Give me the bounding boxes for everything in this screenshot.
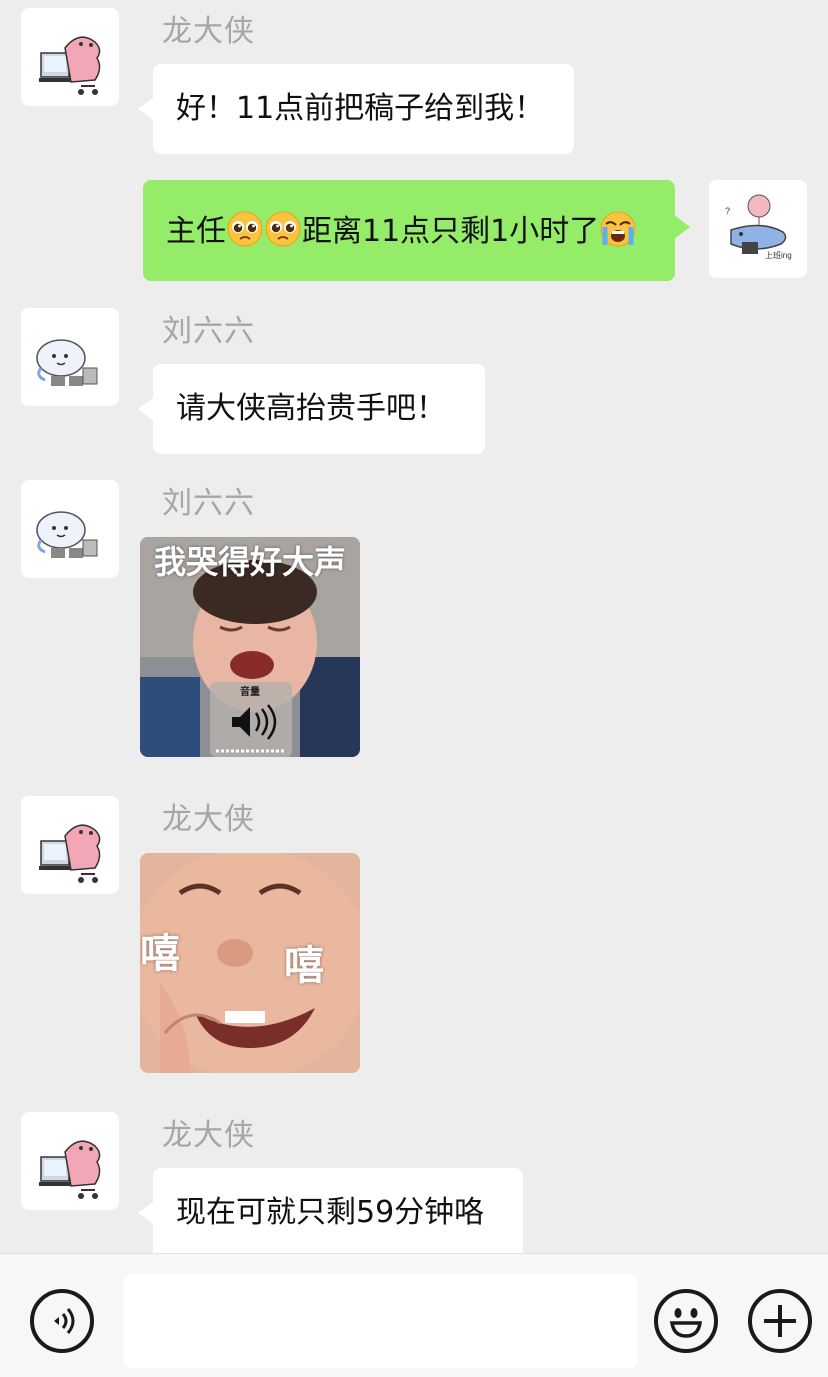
avatar-image [21, 308, 119, 406]
avatar-long-daxia[interactable] [21, 8, 119, 106]
message-text: 请大侠高抬贵手吧！ [176, 391, 446, 426]
smiley-glyph [669, 1308, 703, 1338]
avatar-image [21, 8, 119, 106]
sticker-caption: 我哭得好大声 [154, 543, 347, 581]
sticker-caption: 嘻 [284, 943, 324, 989]
avatar-image [21, 480, 119, 578]
message-bubble[interactable]: 现在可就只剩59分钟咯 [138, 1168, 523, 1253]
avatar-image [709, 180, 807, 278]
sticker-caption: 嘻 [140, 931, 180, 977]
sticker-crying-baby[interactable]: 我哭得好大声 音量 [140, 537, 360, 757]
sender-name: 刘六六 [162, 314, 255, 349]
message-bubble[interactable]: 请大侠高抬贵手吧！ [138, 364, 485, 454]
sender-name: 刘六六 [162, 486, 255, 521]
avatar-me[interactable] [709, 180, 807, 278]
pleading-face-icon [265, 211, 301, 247]
message-bubble-outgoing[interactable]: 主任 距离11点只剩1小时了 [143, 180, 690, 281]
voice-wave-icon[interactable] [30, 1289, 94, 1353]
plus-glyph [764, 1305, 796, 1337]
message-input[interactable] [124, 1274, 638, 1368]
sender-name: 龙大侠 [162, 1118, 255, 1153]
avatar-liu-liuliu[interactable] [21, 308, 119, 406]
avatar-liu-liuliu[interactable] [21, 480, 119, 578]
sender-name: 龙大侠 [162, 802, 255, 837]
pleading-face-icon [227, 211, 263, 247]
loudly-crying-face-icon [600, 211, 636, 247]
avatar-image [21, 796, 119, 894]
sender-name: 龙大侠 [162, 14, 255, 49]
sticker-volume-label: 音量 [240, 687, 260, 698]
message-text: 好！11点前把稿子给到我！ [176, 91, 545, 126]
avatar-long-daxia[interactable] [21, 796, 119, 894]
message-bubble[interactable]: 好！11点前把稿子给到我！ [138, 64, 574, 154]
smiley-icon[interactable] [654, 1289, 718, 1353]
message-text: 现在可就只剩59分钟咯 [176, 1195, 485, 1230]
plus-icon[interactable] [748, 1289, 812, 1353]
voice-wave-glyph [54, 1308, 75, 1334]
message-text-part: 距离11点只剩1小时了 [302, 214, 600, 249]
avatar-long-daxia[interactable] [21, 1112, 119, 1210]
message-text-part: 主任 [166, 214, 226, 249]
input-bar [0, 1253, 828, 1377]
chat-history[interactable]: 龙大侠 好！11点前把稿子给到我！ 主任 距离11点只剩1小时了 刘六六 请大侠高… [0, 0, 828, 1253]
sticker-giggling-baby[interactable]: 嘻 嘻 [140, 853, 360, 1073]
avatar-image [21, 1112, 119, 1210]
